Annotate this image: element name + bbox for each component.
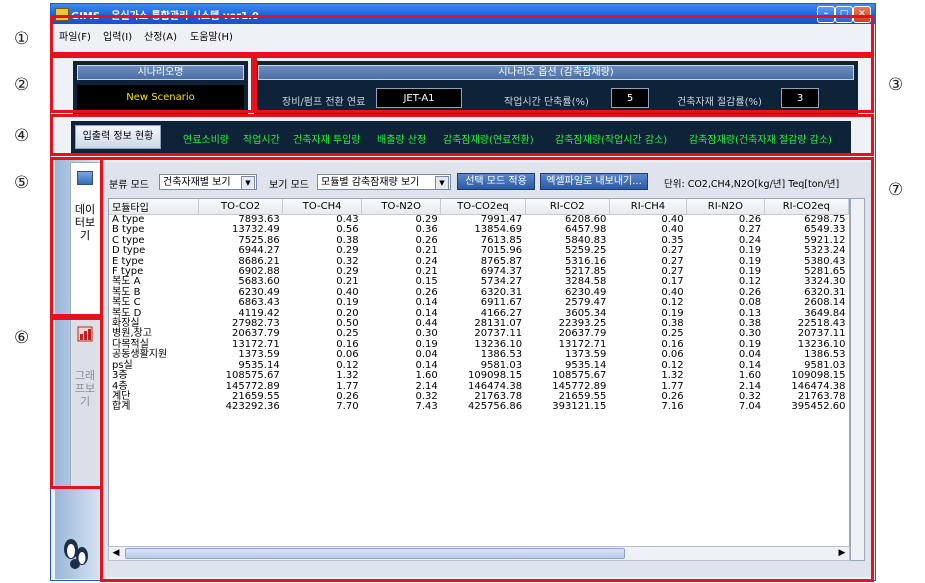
highlight-scenario: [50, 55, 254, 113]
highlight-options: [254, 55, 874, 113]
callout-5: ⑤: [14, 173, 30, 193]
highlight-menu: [50, 15, 874, 55]
callout-6: ⑥: [14, 328, 30, 348]
highlight-graph-tab: [50, 317, 103, 489]
highlight-content: [100, 157, 874, 582]
callout-3: ③: [888, 75, 904, 95]
callout-2: ②: [14, 75, 30, 95]
callout-7: ⑦: [888, 180, 904, 200]
penguin-logo: [61, 524, 91, 569]
callout-4: ④: [14, 126, 30, 146]
highlight-tabs: [50, 114, 874, 156]
callout-1: ①: [14, 29, 30, 49]
highlight-data-tab: [50, 157, 103, 317]
